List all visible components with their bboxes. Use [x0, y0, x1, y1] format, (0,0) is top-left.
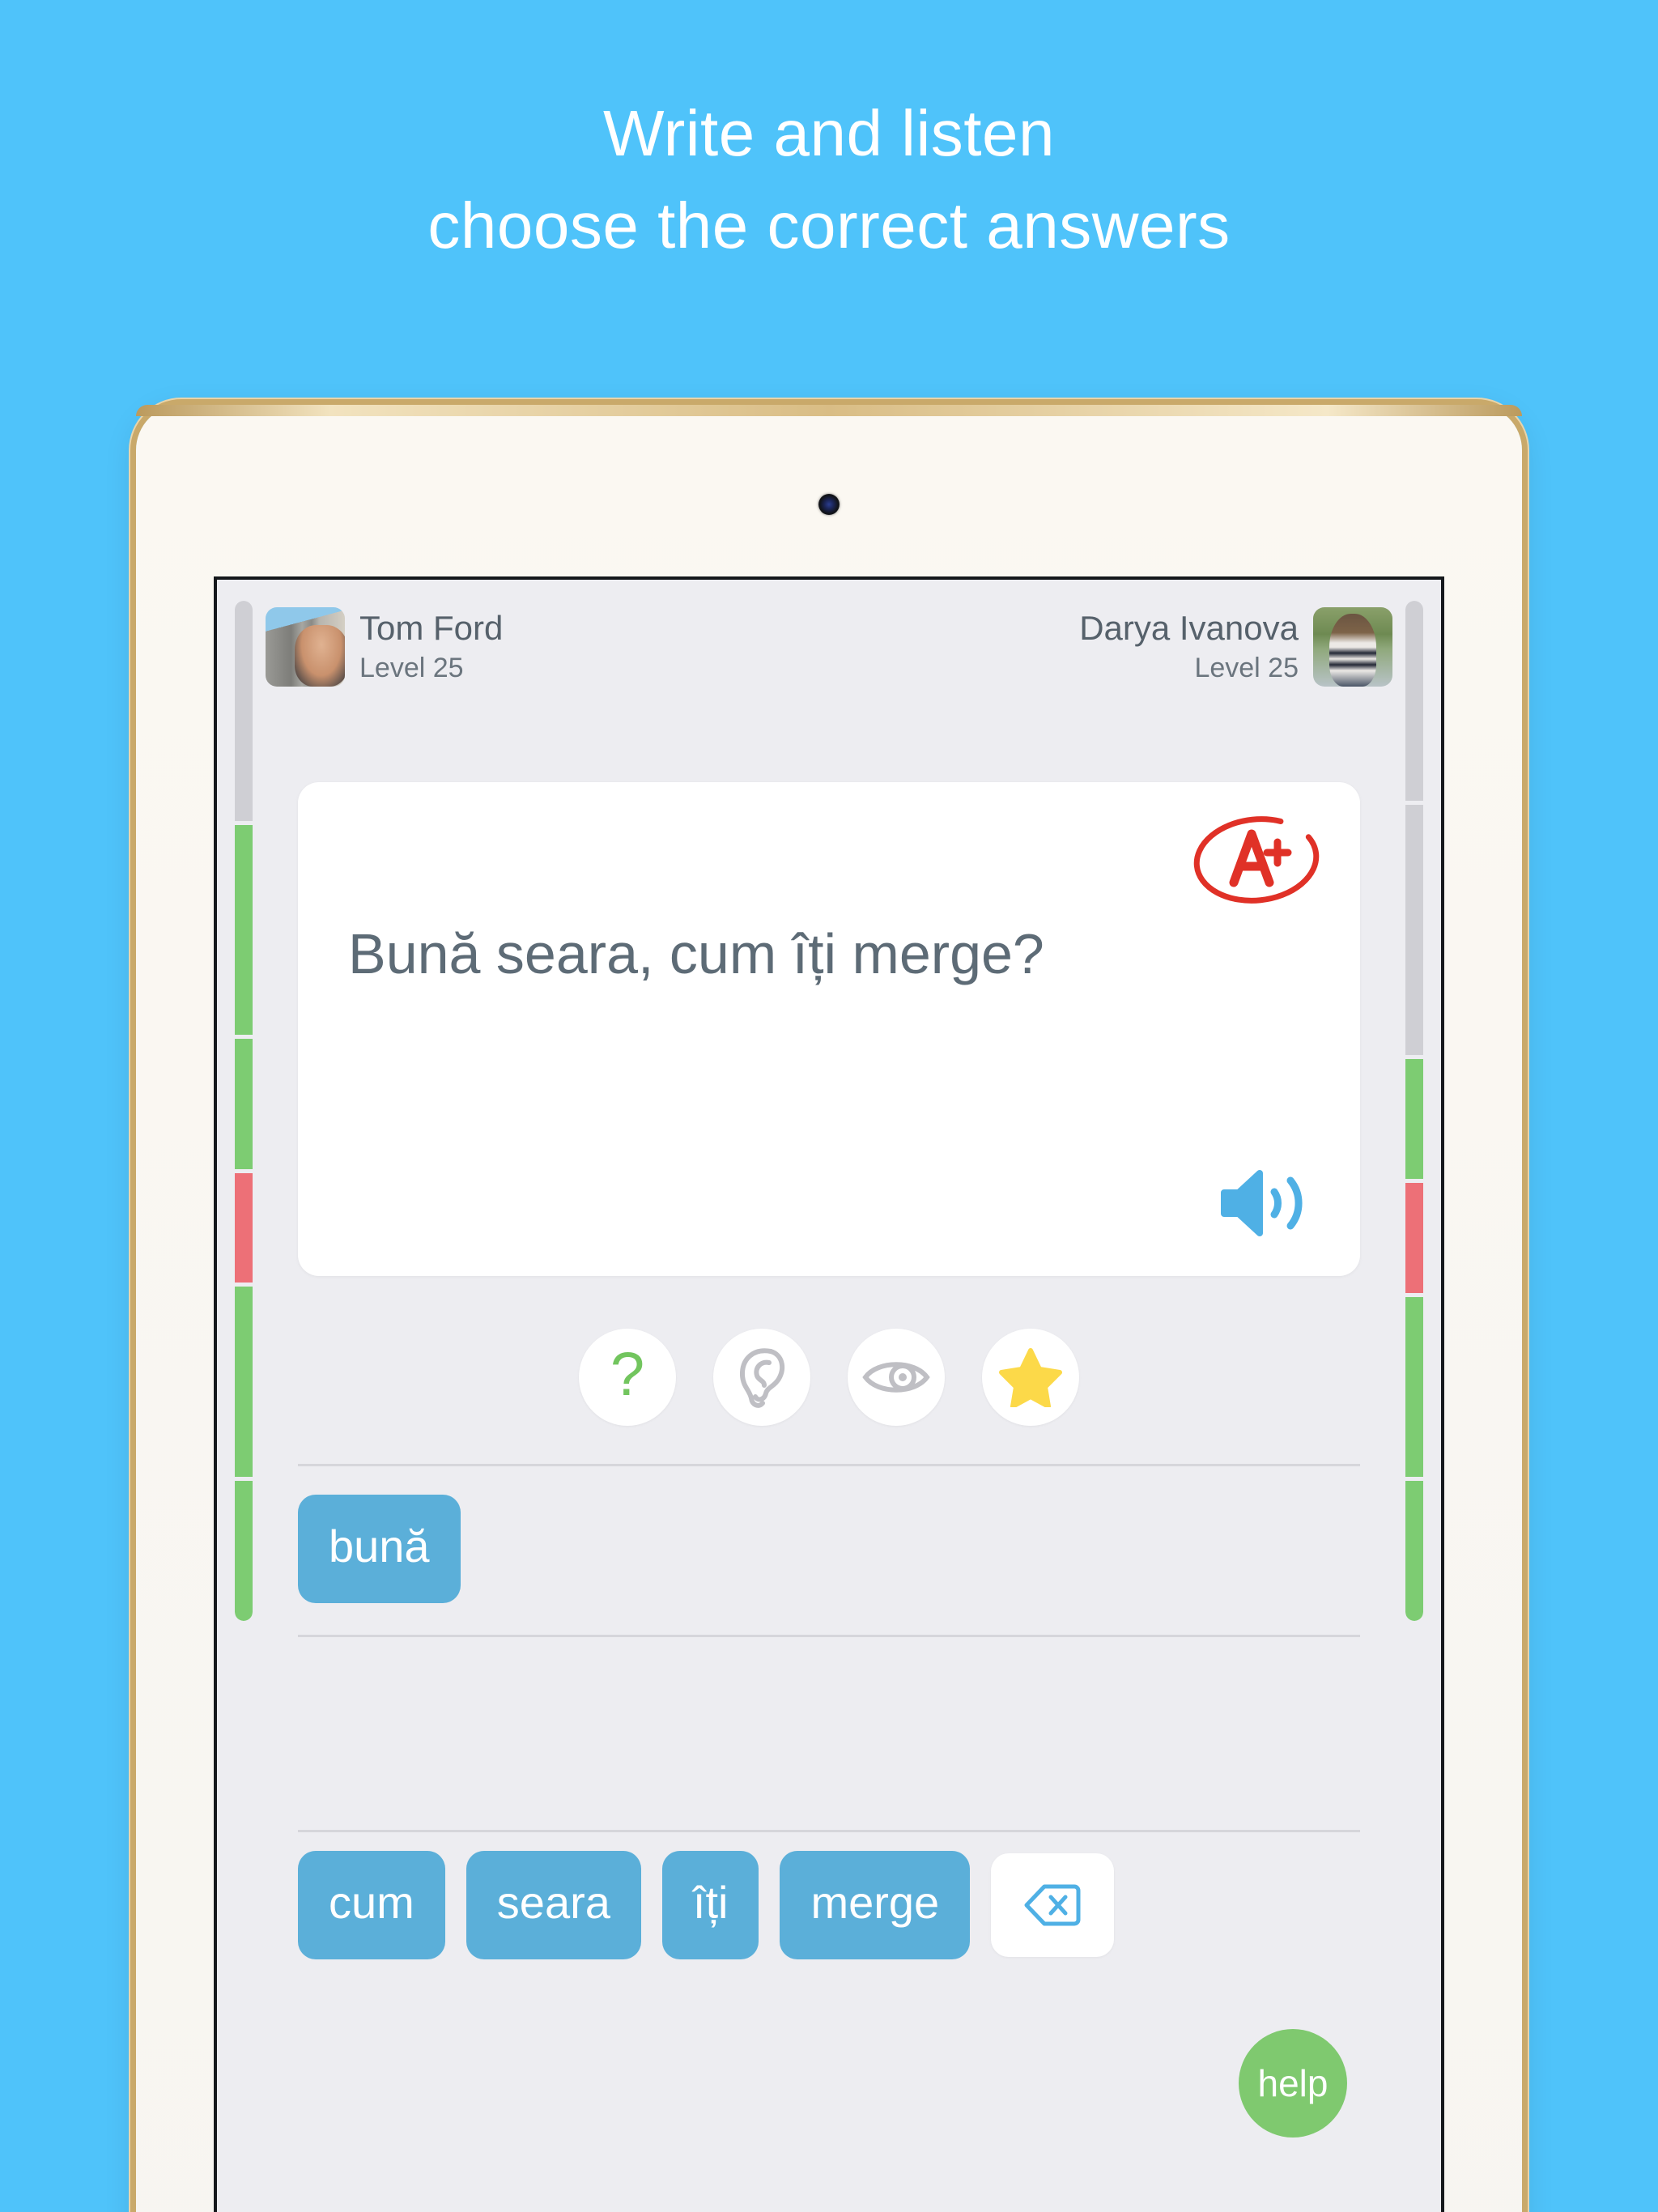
promo-headline-line-2: choose the correct answers	[427, 189, 1231, 262]
word-bank-chip[interactable]: cum	[298, 1851, 445, 1959]
progress-segment-correct	[235, 1039, 253, 1169]
question-mark-icon: ?	[610, 1340, 645, 1409]
help-button[interactable]: help	[1239, 2029, 1347, 2138]
promo-headline-line-1: Write and listen	[603, 97, 1055, 169]
backspace-icon	[1024, 1884, 1081, 1926]
progress-segment-wrong	[1405, 1182, 1423, 1293]
reveal-button[interactable]	[848, 1329, 945, 1426]
answer-divider-top	[298, 1464, 1360, 1466]
hint-button[interactable]: ?	[579, 1329, 676, 1426]
question-card: Bună seara, cum îți merge?	[298, 782, 1360, 1276]
promo-headline: Write and listen choose the correct answ…	[0, 87, 1658, 271]
progress-segment-correct	[1405, 1058, 1423, 1179]
player-left-name: Tom Ford	[359, 608, 504, 647]
tablet-device: Tom Ford Level 25 Darya Ivanova Level 25…	[136, 405, 1522, 2212]
action-button-row: ?	[217, 1329, 1441, 1426]
player-right[interactable]: Darya Ivanova Level 25	[1079, 607, 1392, 687]
word-bank-row: cum seara îți merge	[298, 1844, 1360, 1966]
backspace-button[interactable]	[991, 1853, 1115, 1957]
speaker-volume-icon[interactable]	[1219, 1166, 1313, 1240]
answer-divider-bottom	[298, 1830, 1360, 1832]
answer-divider-middle	[298, 1635, 1360, 1637]
answer-chip[interactable]: bună	[298, 1495, 461, 1603]
avatar	[266, 607, 345, 687]
progress-segment-empty	[1405, 601, 1423, 801]
progress-segment-empty	[1405, 805, 1423, 1055]
progress-segment-correct	[1405, 1481, 1423, 1621]
player-right-name: Darya Ivanova	[1079, 608, 1299, 647]
progress-rail-left	[235, 601, 253, 1621]
front-camera-icon	[818, 494, 840, 515]
players-header: Tom Ford Level 25 Darya Ivanova Level 25	[266, 598, 1392, 696]
answer-chip-row: bună	[298, 1480, 1360, 1618]
question-prompt-text: Bună seara, cum îți merge?	[348, 922, 1044, 985]
word-bank-chip[interactable]: merge	[780, 1851, 971, 1959]
player-right-level: Level 25	[1194, 652, 1299, 683]
device-bezel-top-edge	[136, 405, 1522, 416]
avatar	[1313, 607, 1392, 687]
listen-button[interactable]	[713, 1329, 810, 1426]
ear-icon	[740, 1348, 785, 1408]
player-left[interactable]: Tom Ford Level 25	[266, 607, 503, 687]
star-icon	[999, 1348, 1062, 1407]
progress-segment-empty	[235, 601, 253, 821]
progress-segment-correct	[235, 1481, 253, 1621]
progress-rail-right	[1405, 601, 1423, 1621]
tablet-screen: Tom Ford Level 25 Darya Ivanova Level 25…	[214, 576, 1444, 2212]
progress-segment-wrong	[235, 1172, 253, 1283]
player-left-level: Level 25	[359, 652, 464, 683]
grade-stamp-icon	[1193, 816, 1320, 904]
favorite-button[interactable]	[982, 1329, 1079, 1426]
word-bank-chip[interactable]: îți	[661, 1851, 759, 1959]
eye-icon	[862, 1362, 930, 1393]
help-button-label: help	[1257, 2062, 1329, 2104]
progress-segment-correct	[235, 824, 253, 1036]
word-bank-chip[interactable]: seara	[466, 1851, 641, 1959]
